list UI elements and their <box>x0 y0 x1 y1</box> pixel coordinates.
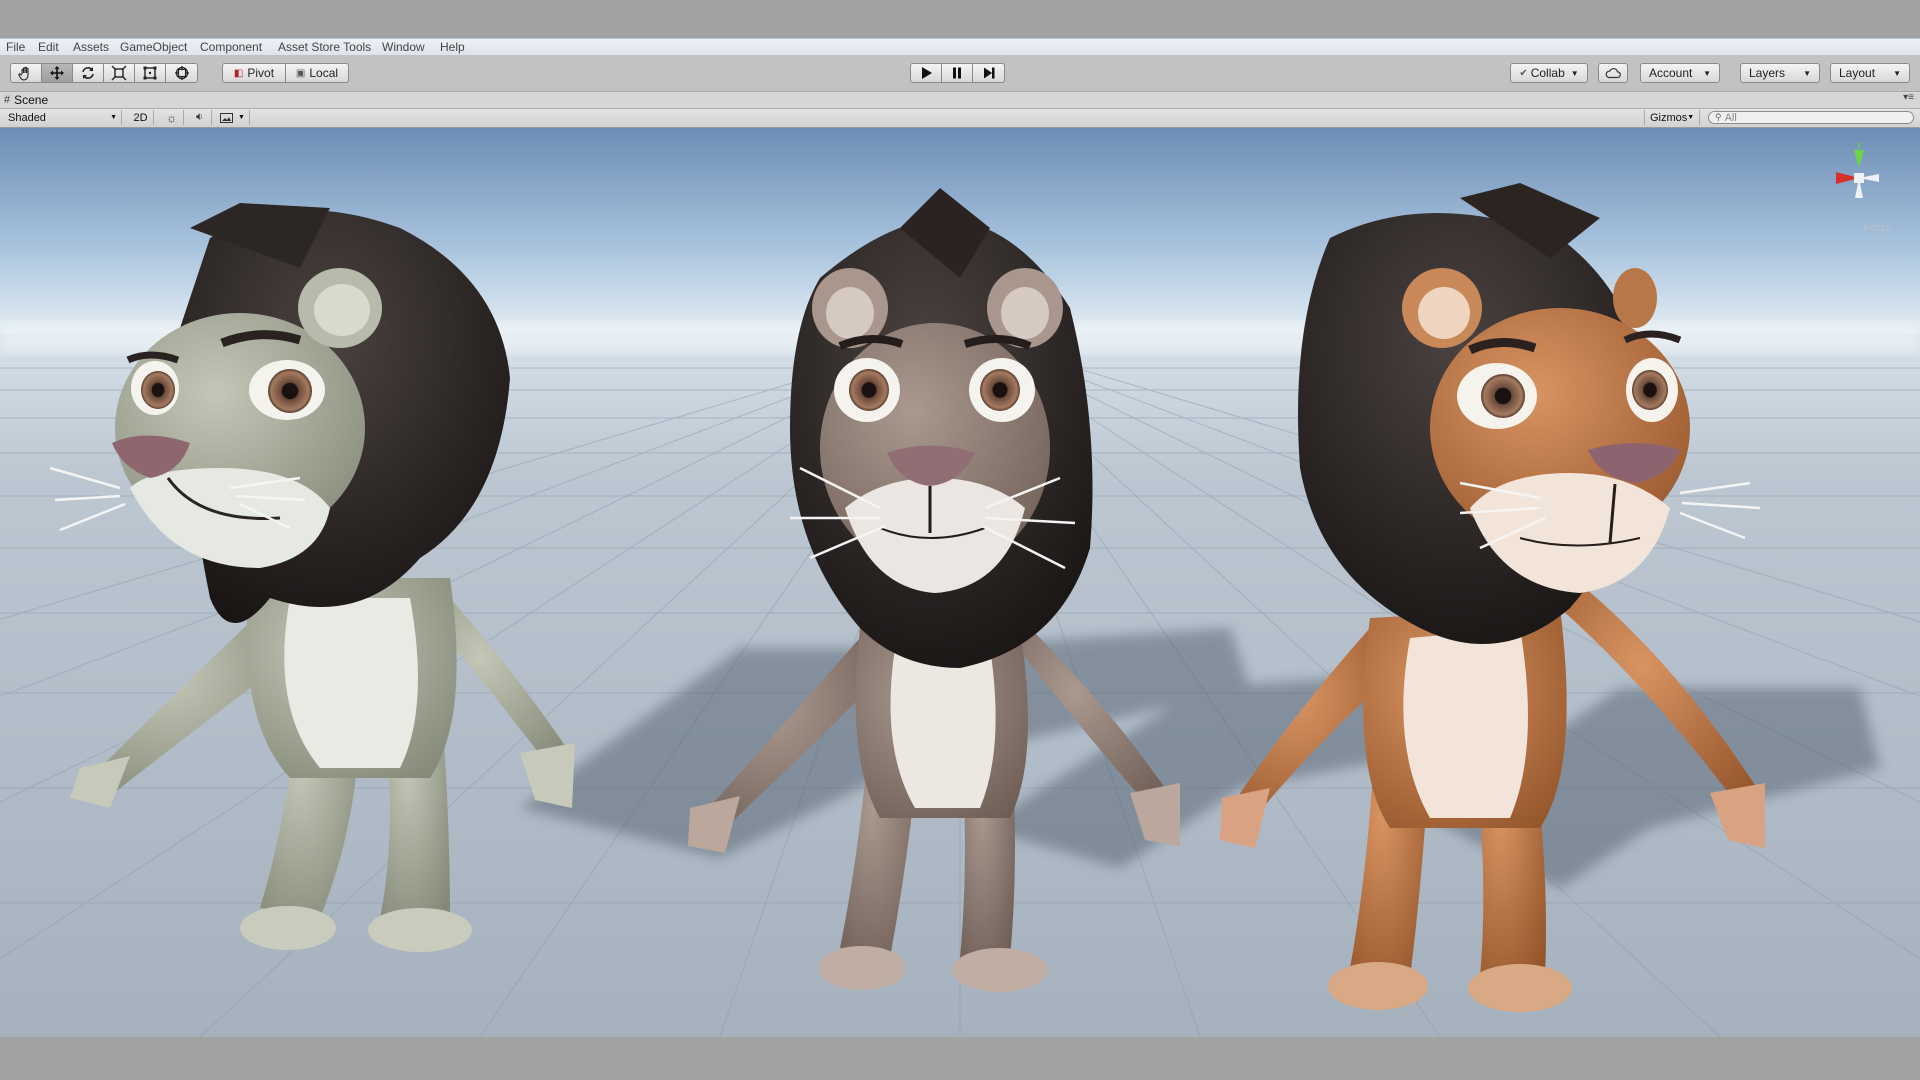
hand-tool-button[interactable] <box>10 63 42 83</box>
menu-edit[interactable]: Edit <box>38 40 59 54</box>
speaker-icon: 🔉︎ <box>196 111 203 123</box>
scene-tab-label: Scene <box>14 93 49 107</box>
scale-icon <box>111 65 127 81</box>
step-icon <box>983 67 994 79</box>
layout-dropdown[interactable]: Layout ▼ <box>1830 63 1910 83</box>
sun-icon: ☼ <box>166 110 177 125</box>
menu-gameobject[interactable]: GameObject <box>120 40 187 54</box>
scene-view-toolbar: Shaded ▼ 2D ☼ 🔉︎ ▼ Gizmos ▼ ⚲ All <box>0 109 1920 128</box>
unity-editor-window: File Edit Assets GameObject Component As… <box>0 38 1920 1037</box>
scene-tab-bar: # Scene ▾≡ <box>0 92 1920 109</box>
rect-tool-button[interactable] <box>134 63 166 83</box>
shading-mode-dropdown[interactable]: Shaded ▼ <box>8 110 122 125</box>
rect-transform-icon <box>143 66 157 80</box>
step-button[interactable] <box>972 63 1005 83</box>
chevron-down-icon: ▼ <box>1893 68 1901 78</box>
image-icon <box>220 112 234 123</box>
play-button[interactable] <box>910 63 942 83</box>
scene-lighting-toggle[interactable]: ☼ <box>160 110 184 125</box>
pause-button[interactable] <box>941 63 973 83</box>
2d-mode-label: 2D <box>133 111 148 124</box>
move-icon <box>50 66 64 80</box>
layout-label: Layout <box>1839 66 1876 80</box>
menu-asset-store-tools[interactable]: Asset Store Tools <box>278 40 371 54</box>
scene-tab[interactable]: # Scene <box>4 92 48 108</box>
gizmos-dropdown[interactable]: Gizmos ▼ <box>1644 110 1700 125</box>
play-icon <box>922 67 932 79</box>
tab-menu-icon[interactable]: ▾≡ <box>1903 92 1914 103</box>
menu-assets[interactable]: Assets <box>73 40 109 54</box>
scene-audio-toggle[interactable]: 🔉︎ <box>188 110 212 125</box>
scene-effects-dropdown[interactable]: ▼ <box>216 110 250 125</box>
transform-icon <box>174 66 189 80</box>
projection-label[interactable]: Persp <box>1863 222 1892 234</box>
scale-tool-button[interactable] <box>103 63 135 83</box>
layers-label: Layers <box>1749 66 1786 80</box>
gizmos-label: Gizmos <box>1650 111 1688 124</box>
scene-search-field[interactable]: ⚲ All <box>1708 111 1914 124</box>
menu-help[interactable]: Help <box>440 40 465 54</box>
layers-dropdown[interactable]: Layers ▼ <box>1740 63 1820 83</box>
account-dropdown[interactable]: Account ▼ <box>1640 63 1720 83</box>
chevron-down-icon: ▼ <box>1570 68 1579 78</box>
shading-mode-label: Shaded <box>8 111 46 124</box>
local-label: Local <box>309 66 339 80</box>
transform-tool-button[interactable] <box>165 63 198 83</box>
menu-component[interactable]: Component <box>200 40 262 54</box>
move-tool-button[interactable] <box>41 63 73 83</box>
menu-file[interactable]: File <box>6 40 25 54</box>
gizmo-center-cube[interactable] <box>1854 173 1864 183</box>
2d-mode-toggle[interactable]: 2D <box>128 110 154 125</box>
scene-viewport[interactable]: y Persp <box>0 128 1920 1037</box>
local-toggle[interactable]: ▣ Local <box>285 63 349 83</box>
pause-icon <box>953 67 961 79</box>
y-axis-label: y <box>1857 139 1862 149</box>
scene-render <box>0 128 1920 1037</box>
chevron-down-icon: ▼ <box>1703 68 1711 78</box>
hand-icon <box>18 66 29 81</box>
account-label: Account <box>1649 66 1693 80</box>
rotate-tool-button[interactable] <box>72 63 104 83</box>
pivot-toggle[interactable]: ◧ Pivot <box>222 63 286 83</box>
main-toolbar: ◧ Pivot ▣ Local ✔ Collab ▼ Account ▼ Lay… <box>0 55 1920 92</box>
search-icon: ⚲ <box>1715 112 1722 122</box>
local-cube-icon: ▣ <box>295 67 306 79</box>
search-placeholder: All <box>1724 111 1737 124</box>
y-axis-cone[interactable] <box>1854 150 1864 168</box>
collab-dropdown[interactable]: ✔ Collab ▼ <box>1510 63 1588 83</box>
menu-bar: File Edit Assets GameObject Component As… <box>0 38 1920 55</box>
grid-icon: # <box>4 94 11 106</box>
chevron-down-icon: ▼ <box>110 114 117 121</box>
pivot-label: Pivot <box>247 66 275 80</box>
cloud-icon <box>1605 68 1621 79</box>
rotate-icon <box>82 67 94 79</box>
collab-label: Collab <box>1530 66 1565 80</box>
pivot-icon: ◧ <box>233 67 244 79</box>
collab-check-icon: ✔ <box>1519 67 1528 79</box>
chevron-down-icon: ▼ <box>1803 68 1811 78</box>
chevron-down-icon: ▼ <box>1687 114 1695 121</box>
menu-window[interactable]: Window <box>382 40 425 54</box>
chevron-down-icon: ▼ <box>238 114 245 121</box>
cloud-button[interactable] <box>1598 63 1628 83</box>
